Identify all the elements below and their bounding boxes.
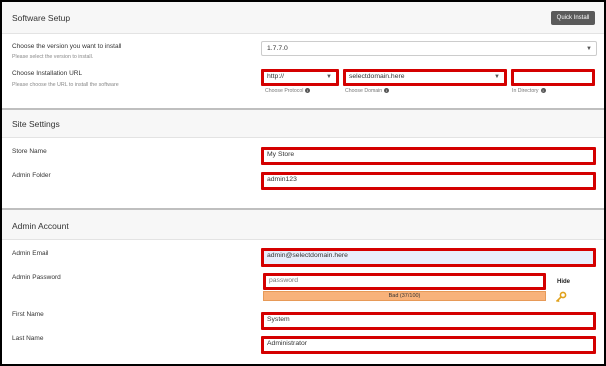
first-name-input[interactable]: System xyxy=(261,312,596,330)
store-name-input[interactable]: My Store xyxy=(261,147,596,165)
admin-email-input[interactable]: admin@selectdomain.here xyxy=(261,248,596,267)
software-setup-header: Software Setup xyxy=(2,2,604,34)
last-name-value: Administrator xyxy=(267,340,308,347)
hide-password-link[interactable]: Hide xyxy=(557,279,570,285)
section-title: Software Setup xyxy=(12,13,71,23)
admin-password-input[interactable]: password xyxy=(263,273,546,290)
last-name-label: Last Name xyxy=(12,335,44,342)
chevron-down-icon: ▼ xyxy=(586,46,592,52)
version-select[interactable]: 1.7.7.0 ▼ xyxy=(261,41,597,56)
admin-email-label: Admin Email xyxy=(12,250,49,257)
admin-folder-label: Admin Folder xyxy=(12,172,51,179)
admin-folder-input[interactable]: admin123 xyxy=(261,172,596,190)
directory-input[interactable] xyxy=(511,69,595,86)
store-name-label: Store Name xyxy=(12,148,47,155)
chevron-down-icon: ▼ xyxy=(494,74,500,80)
info-icon[interactable]: i xyxy=(384,88,390,94)
domain-sublabel: Choose Domain i xyxy=(345,88,390,94)
store-name-value: My Store xyxy=(267,151,295,158)
password-strength-text: Bad (37/100) xyxy=(388,293,421,299)
domain-sublabel-text: Choose Domain xyxy=(345,88,383,94)
protocol-select[interactable]: http:// ▼ xyxy=(261,69,339,86)
admin-account-header: Admin Account xyxy=(2,210,604,240)
admin-email-value: admin@selectdomain.here xyxy=(267,252,348,259)
protocol-sublabel: Choose Protocol i xyxy=(265,88,311,94)
chevron-down-icon: ▼ xyxy=(326,74,332,80)
domain-select[interactable]: selectdomain.here ▼ xyxy=(343,69,507,86)
url-label: Choose Installation URL xyxy=(12,70,83,77)
section-title: Admin Account xyxy=(12,221,69,231)
directory-sublabel-text: In Directory xyxy=(512,88,539,94)
first-name-value: System xyxy=(267,316,290,323)
installer-form: Software Setup Quick Install Choose the … xyxy=(2,2,604,364)
admin-password-label: Admin Password xyxy=(12,274,61,281)
info-icon[interactable]: i xyxy=(305,88,311,94)
first-name-label: First Name xyxy=(12,311,44,318)
admin-folder-value: admin123 xyxy=(267,176,297,183)
quick-install-button[interactable]: Quick Install xyxy=(551,11,595,25)
version-label: Choose the version you want to install xyxy=(12,43,122,50)
url-help: Please choose the URL to install the sof… xyxy=(12,82,119,88)
password-strength-bar: Bad (37/100) xyxy=(263,291,546,301)
version-help: Please select the version to install. xyxy=(12,54,94,60)
info-icon[interactable]: i xyxy=(540,88,546,94)
version-value: 1.7.7.0 xyxy=(267,45,288,52)
key-icon[interactable] xyxy=(555,291,567,303)
domain-value: selectdomain.here xyxy=(349,73,405,80)
section-title: Site Settings xyxy=(12,119,60,129)
site-settings-header: Site Settings xyxy=(2,110,604,138)
admin-password-value: password xyxy=(269,277,299,284)
protocol-value: http:// xyxy=(267,73,285,80)
last-name-input[interactable]: Administrator xyxy=(261,336,596,354)
directory-sublabel: In Directory i xyxy=(512,88,546,94)
protocol-sublabel-text: Choose Protocol xyxy=(265,88,304,94)
